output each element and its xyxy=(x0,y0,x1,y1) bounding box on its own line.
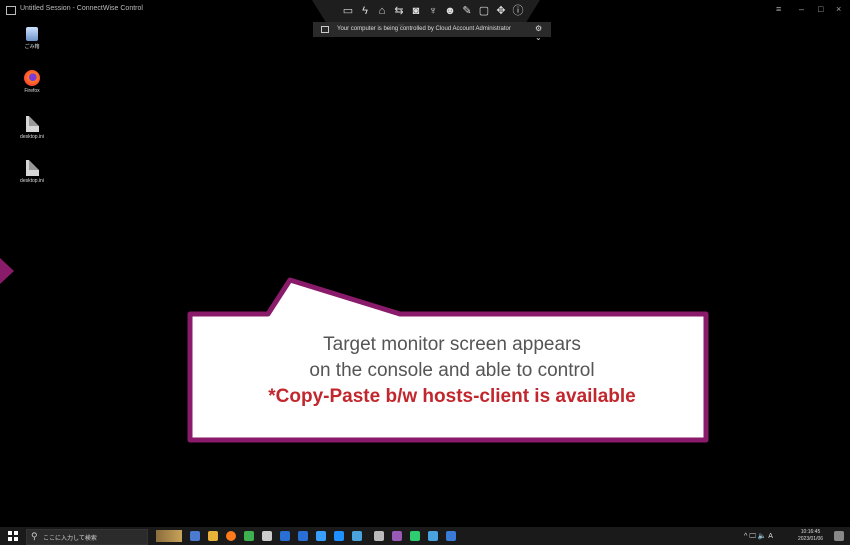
windows-start-icon[interactable] xyxy=(8,531,18,541)
callout-bubble xyxy=(187,277,709,443)
app-icon[interactable] xyxy=(298,531,308,541)
app-icon[interactable] xyxy=(280,531,290,541)
callout-line-2: on the console and able to control xyxy=(309,360,595,381)
taskbar-clock[interactable]: 10:16:45 2023/01/06 xyxy=(798,529,823,543)
app-icon[interactable] xyxy=(244,531,254,541)
app-icon[interactable] xyxy=(428,531,438,541)
app-icon[interactable] xyxy=(316,531,326,541)
callout-line-1: Target monitor screen appears xyxy=(323,334,581,355)
task-view-icon[interactable] xyxy=(190,531,200,541)
file-explorer-icon[interactable] xyxy=(208,531,218,541)
app-icon[interactable] xyxy=(446,531,456,541)
app-icon[interactable] xyxy=(392,531,402,541)
app-icon[interactable] xyxy=(352,531,362,541)
callout-emphasis: *Copy-Paste b/w hosts-client is availabl… xyxy=(268,386,636,407)
taskbar: ⚲ ここに入力して検索 ^ 🖵 🔈 A 10:16:45 2023/01/06 xyxy=(0,527,850,545)
notification-icon[interactable] xyxy=(834,531,844,541)
app-icon[interactable] xyxy=(374,531,384,541)
clock-time: 10:16:45 xyxy=(800,529,821,535)
clock-date: 2023/01/06 xyxy=(798,536,824,542)
search-input[interactable]: ここに入力して検索 xyxy=(43,533,97,542)
app-icon[interactable] xyxy=(262,531,272,541)
weather-widget-icon[interactable] xyxy=(156,530,182,542)
app-icon[interactable] xyxy=(410,531,420,541)
taskbar-search[interactable]: ⚲ ここに入力して検索 xyxy=(26,529,148,545)
firefox-icon[interactable] xyxy=(226,531,236,541)
app-icon[interactable] xyxy=(334,531,344,541)
system-tray[interactable]: ^ 🖵 🔈 A xyxy=(744,532,773,541)
search-icon: ⚲ xyxy=(31,531,38,541)
callout-text: Target monitor screen appears on the con… xyxy=(196,332,708,410)
